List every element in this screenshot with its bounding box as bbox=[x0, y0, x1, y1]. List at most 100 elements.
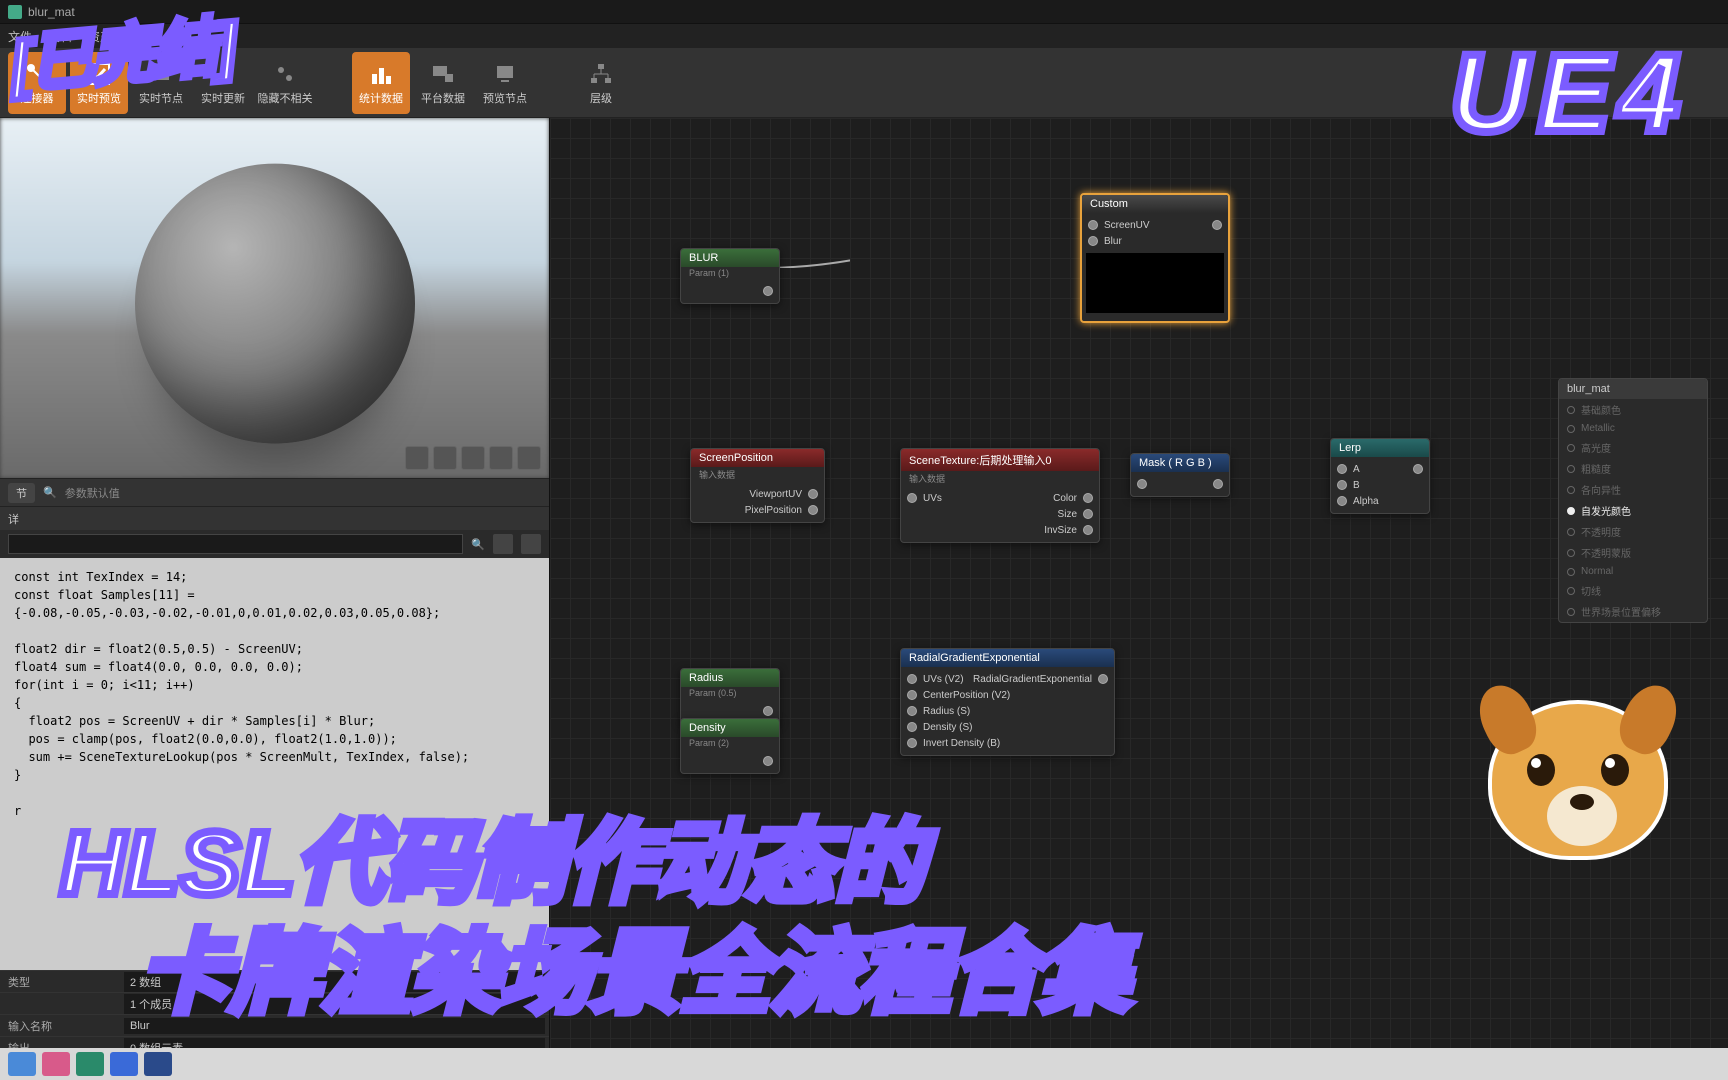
input-pin[interactable] bbox=[907, 738, 917, 748]
view-eye-button[interactable] bbox=[521, 534, 541, 554]
node-header: RadialGradientExponential bbox=[901, 649, 1114, 667]
realtime-update-button[interactable]: 实时更新 bbox=[194, 52, 252, 114]
view-grid-button[interactable] bbox=[493, 534, 513, 554]
input-pin[interactable] bbox=[907, 690, 917, 700]
node-icon bbox=[147, 60, 175, 88]
output-pin[interactable] bbox=[1213, 479, 1223, 489]
taskbar-app[interactable] bbox=[76, 1052, 104, 1076]
output-pin[interactable] bbox=[1413, 464, 1423, 474]
search-icon: 🔍 bbox=[43, 486, 57, 499]
taskbar-app[interactable] bbox=[110, 1052, 138, 1076]
taskbar-app[interactable] bbox=[8, 1052, 36, 1076]
output-pin[interactable] bbox=[1098, 674, 1108, 684]
platform-stats-button[interactable]: 平台数据 bbox=[414, 52, 472, 114]
menu-window[interactable]: 窗口 bbox=[128, 28, 152, 45]
windows-taskbar bbox=[0, 1048, 1728, 1080]
node-custom[interactable]: Custom ScreenUV Blur bbox=[1080, 193, 1230, 323]
node-header: Lerp bbox=[1331, 439, 1429, 457]
node-radius-param[interactable]: Radius Param (0.5) bbox=[680, 668, 780, 724]
param-search-bar: 节 🔍 参数默认值 bbox=[0, 478, 549, 506]
hide-icon bbox=[271, 60, 299, 88]
menu-asset[interactable]: 资产 bbox=[88, 28, 112, 45]
node-tab[interactable]: 节 bbox=[8, 483, 35, 503]
node-header: ScreenPosition bbox=[691, 449, 824, 467]
search-icon: 🔍 bbox=[471, 538, 485, 551]
bar-chart-icon bbox=[367, 60, 395, 88]
output-pin[interactable] bbox=[1212, 220, 1222, 230]
node-header: Custom bbox=[1082, 195, 1228, 213]
input-pin[interactable] bbox=[1337, 464, 1347, 474]
input-pin[interactable] bbox=[907, 706, 917, 716]
input-pin[interactable] bbox=[907, 493, 917, 503]
stats-button[interactable]: 统计数据 bbox=[352, 52, 410, 114]
menu-help[interactable]: 帮助 bbox=[168, 28, 192, 45]
node-scenetexture[interactable]: SceneTexture:后期处理输入0 输入数据 UVsColor Size … bbox=[900, 448, 1100, 543]
node-density-param[interactable]: Density Param (2) bbox=[680, 718, 780, 774]
document-icon bbox=[8, 5, 22, 19]
node-header: Radius bbox=[681, 669, 779, 687]
prop-member-value[interactable]: 1 个成员 bbox=[124, 994, 545, 1014]
input-pin[interactable] bbox=[1088, 236, 1098, 246]
node-screenposition[interactable]: ScreenPosition 输入数据 ViewportUV PixelPosi… bbox=[690, 448, 825, 523]
input-pin[interactable] bbox=[1137, 479, 1147, 489]
input-pin[interactable] bbox=[907, 674, 917, 684]
prop-input-name-value[interactable]: Blur bbox=[124, 1018, 545, 1034]
preview-shape-cylinder[interactable] bbox=[405, 446, 429, 470]
node-radialgradient[interactable]: RadialGradientExponential UVs (V2)Radial… bbox=[900, 648, 1115, 756]
realtime-node-button[interactable]: 实时节点 bbox=[132, 52, 190, 114]
preview-shape-cube[interactable] bbox=[489, 446, 513, 470]
node-material-output[interactable]: blur_mat 基础颜色 Metallic 高光度 粗糙度 各向异性 自发光颜… bbox=[1558, 378, 1708, 623]
node-lerp[interactable]: Lerp A B Alpha bbox=[1330, 438, 1430, 514]
node-mask[interactable]: Mask ( R G B ) bbox=[1130, 453, 1230, 497]
taskbar-app[interactable] bbox=[144, 1052, 172, 1076]
realtime-preview-button[interactable]: 实时预览 bbox=[70, 52, 128, 114]
node-header: Density bbox=[681, 719, 779, 737]
output-pin[interactable] bbox=[1083, 493, 1093, 503]
menubar: 文件 编辑 资产 窗口 帮助 bbox=[0, 24, 1728, 48]
node-graph[interactable]: BLUR Param (1) Custom ScreenUV Blur Scre… bbox=[550, 118, 1728, 1080]
details-search-row: 🔍 bbox=[0, 530, 549, 558]
prop-count-value[interactable]: 2 数组 bbox=[124, 972, 545, 992]
node-header: Mask ( R G B ) bbox=[1131, 454, 1229, 472]
taskbar-app[interactable] bbox=[42, 1052, 70, 1076]
prop-type-label: 类型 bbox=[0, 974, 120, 990]
output-pin[interactable] bbox=[1083, 525, 1093, 535]
toolbar: 连接器 实时预览 实时节点 实时更新 隐藏不相关 统计数据 平台数据 预览节点 … bbox=[0, 48, 1728, 118]
hierarchy-icon bbox=[587, 60, 615, 88]
preview-sphere bbox=[135, 164, 415, 444]
prop-input-name-label: 输入名称 bbox=[0, 1018, 120, 1034]
platform-icon bbox=[429, 60, 457, 88]
input-pin[interactable] bbox=[1088, 220, 1098, 230]
preview-shape-plane[interactable] bbox=[461, 446, 485, 470]
hierarchy-button[interactable]: 层级 bbox=[572, 52, 630, 114]
preview-node-button[interactable]: 预览节点 bbox=[476, 52, 534, 114]
input-pin[interactable] bbox=[907, 722, 917, 732]
preview-shape-sphere[interactable] bbox=[433, 446, 457, 470]
node-blur-param[interactable]: BLUR Param (1) bbox=[680, 248, 780, 304]
output-pin[interactable] bbox=[808, 489, 818, 499]
details-header: 详 bbox=[0, 506, 549, 530]
hide-unrelated-button[interactable]: 隐藏不相关 bbox=[256, 52, 314, 114]
preview-shape-mesh[interactable] bbox=[517, 446, 541, 470]
output-pin[interactable] bbox=[763, 286, 773, 296]
preview-icon bbox=[491, 60, 519, 88]
output-pin[interactable] bbox=[808, 505, 818, 515]
menu-edit[interactable]: 编辑 bbox=[48, 28, 72, 45]
input-pin[interactable] bbox=[1337, 496, 1347, 506]
connector-button[interactable]: 连接器 bbox=[8, 52, 66, 114]
window-title: blur_mat bbox=[28, 5, 75, 19]
wires bbox=[550, 118, 850, 268]
output-pin[interactable] bbox=[1083, 509, 1093, 519]
hlsl-code-panel[interactable]: const int TexIndex = 14; const float Sam… bbox=[0, 558, 549, 970]
menu-file[interactable]: 文件 bbox=[8, 28, 32, 45]
param-search-placeholder[interactable]: 参数默认值 bbox=[65, 485, 541, 501]
material-preview[interactable] bbox=[0, 118, 549, 478]
left-panel: 节 🔍 参数默认值 详 🔍 const int TexIndex = 14; c… bbox=[0, 118, 550, 1080]
details-search-input[interactable] bbox=[8, 534, 463, 554]
output-pin[interactable] bbox=[763, 756, 773, 766]
details-tab[interactable]: 详 bbox=[8, 511, 19, 527]
output-pin[interactable] bbox=[763, 706, 773, 716]
node-header: SceneTexture:后期处理输入0 bbox=[901, 449, 1099, 471]
input-pin[interactable] bbox=[1337, 480, 1347, 490]
refresh-icon bbox=[209, 60, 237, 88]
